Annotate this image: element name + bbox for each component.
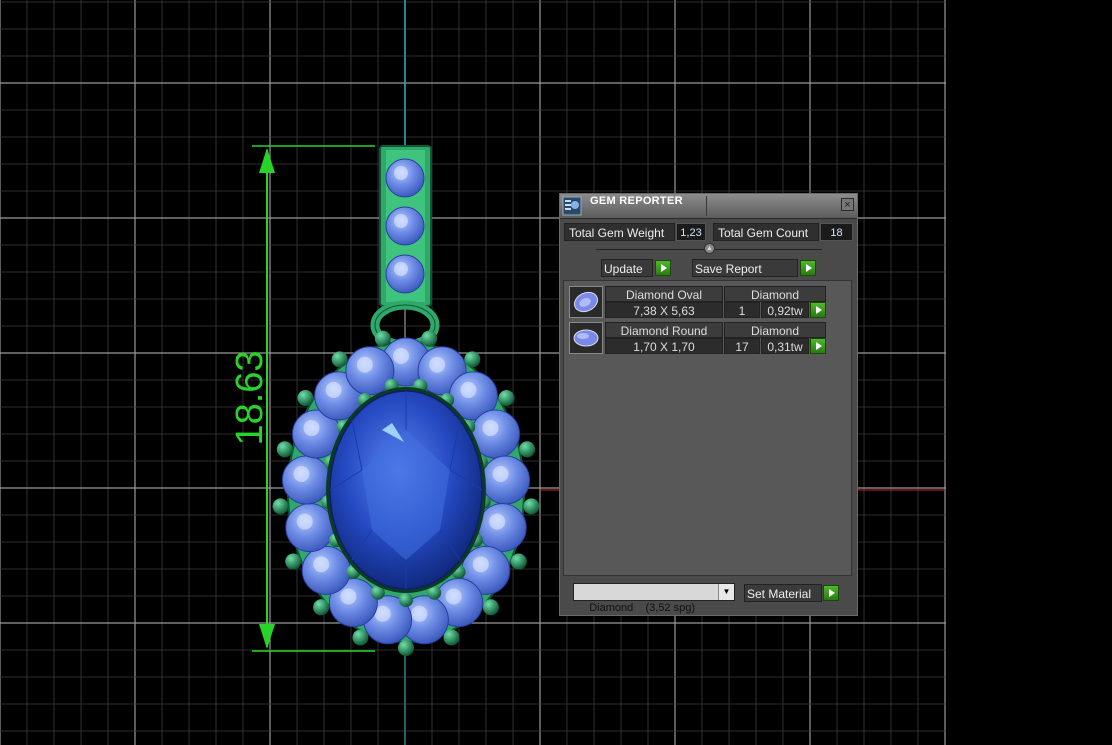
prong-bead — [352, 629, 369, 646]
prong-bead — [399, 593, 413, 607]
set-material-button[interactable]: Set Material — [744, 584, 822, 602]
gem-shape: Diamond Round — [605, 322, 723, 338]
round-gem-icon — [569, 322, 603, 354]
set-material-button-label: Set Material — [747, 587, 812, 601]
dimension-arrow-top — [259, 148, 275, 173]
gem-reporter-titlebar[interactable]: GEM REPORTER × — [560, 194, 857, 219]
prong-bead — [313, 599, 330, 616]
prong-bead — [523, 498, 540, 515]
gem-highlight — [313, 556, 330, 573]
gem-highlight — [492, 466, 509, 483]
gem-weight: 0,92tw — [761, 302, 809, 318]
gem-highlight — [472, 556, 489, 573]
gem-highlight — [393, 348, 409, 364]
titlebar-divider — [706, 196, 707, 216]
material-select[interactable]: Diamond (3,52 spg) ▼ — [573, 583, 735, 614]
prong-bead — [331, 351, 348, 368]
prong-bead — [398, 640, 414, 656]
gem-shape: Diamond Oval — [605, 286, 723, 302]
prong-bead — [443, 629, 460, 646]
gem-highlight — [429, 356, 446, 373]
gem-highlight — [325, 381, 342, 398]
save-report-button[interactable]: Save Report — [692, 259, 798, 277]
save-report-play-icon[interactable] — [800, 260, 816, 276]
update-button[interactable]: Update — [601, 259, 653, 277]
gem-highlight — [293, 466, 310, 483]
3d-viewport[interactable]: 18.63 — [0, 0, 1112, 745]
gem-material: Diamond — [724, 286, 826, 302]
prong-bead — [272, 498, 289, 515]
dimension-label: 18.63 — [229, 350, 271, 445]
splitter-handle[interactable]: ▲ — [704, 243, 715, 254]
dimension-arrow-bottom — [259, 624, 275, 649]
prong-bead — [510, 553, 527, 570]
save-report-button-label: Save Report — [695, 262, 762, 276]
gem-size: 7,38 X 5,63 — [605, 302, 723, 318]
gem-highlight — [489, 513, 506, 530]
update-button-label: Update — [604, 262, 643, 276]
prong-bead — [374, 330, 391, 347]
gem-row[interactable]: Diamond Oval Diamond 7,38 X 5,63 1 0,92t… — [569, 286, 831, 320]
gem-highlight — [340, 588, 357, 605]
prong-bead — [519, 441, 536, 458]
pendant-model-scene[interactable]: 18.63 — [0, 0, 1112, 745]
gem-highlight — [303, 420, 320, 437]
gem-highlight — [394, 166, 408, 180]
gem-highlight — [394, 214, 408, 228]
prong-bead — [464, 351, 481, 368]
gem-row-play-icon[interactable] — [810, 338, 826, 354]
gem-reporter-panel: GEM REPORTER × Total Gem Weight 1,23 Tot… — [559, 193, 858, 616]
oval-gem-icon — [569, 286, 603, 318]
gem-list[interactable]: Diamond Oval Diamond 7,38 X 5,63 1 0,92t… — [563, 280, 852, 576]
gem-count: 17 — [724, 338, 760, 354]
prong-bead — [421, 330, 438, 347]
total-gem-weight-value: 1,23 — [676, 223, 706, 241]
gem-material: Diamond — [724, 322, 826, 338]
update-play-icon[interactable] — [655, 260, 671, 276]
set-material-play-icon[interactable] — [823, 585, 839, 601]
prong-bead — [276, 441, 293, 458]
gem-row-play-icon[interactable] — [810, 302, 826, 318]
gem-size: 1,70 X 1,70 — [605, 338, 723, 354]
gem-highlight — [296, 513, 313, 530]
gem-highlight — [411, 605, 428, 622]
close-button[interactable]: × — [841, 198, 854, 211]
gem-highlight — [445, 588, 462, 605]
pendant-model[interactable] — [272, 145, 540, 656]
gem-highlight — [460, 381, 477, 398]
total-gem-count-value: 18 — [820, 223, 853, 241]
gem-highlight — [482, 420, 499, 437]
gem-weight: 0,31tw — [761, 338, 809, 354]
gem-report-icon — [562, 196, 582, 216]
prong-bead — [297, 389, 314, 406]
prong-bead — [285, 553, 302, 570]
gem-highlight — [356, 356, 373, 373]
gem-row[interactable]: Diamond Round Diamond 1,70 X 1,70 17 0,3… — [569, 322, 831, 356]
total-gem-count-label: Total Gem Count — [713, 223, 819, 241]
gem-highlight — [394, 262, 408, 276]
prong-bead — [498, 389, 515, 406]
chevron-down-icon[interactable]: ▼ — [718, 584, 734, 600]
panel-title: GEM REPORTER — [590, 195, 683, 207]
material-select-value: Diamond (3,52 spg) — [589, 602, 696, 614]
gem-count: 1 — [724, 302, 760, 318]
prong-bead — [482, 599, 499, 616]
total-gem-weight-label: Total Gem Weight — [564, 223, 675, 241]
